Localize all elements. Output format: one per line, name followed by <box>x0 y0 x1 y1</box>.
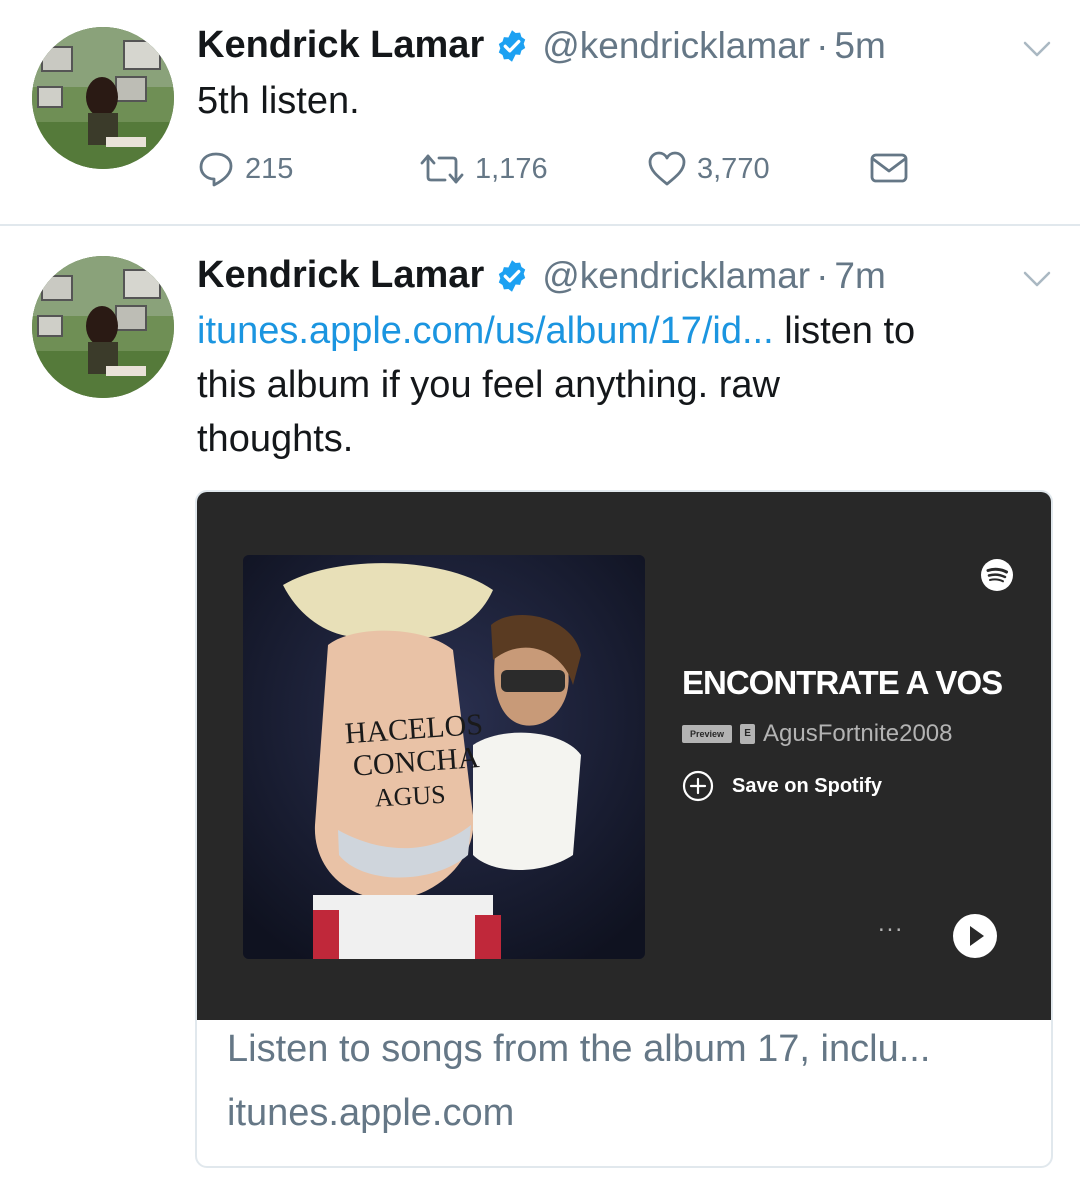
avatar-image <box>32 256 174 398</box>
spotify-player[interactable]: HACELOS CONCHA AGUS ENCONTRATE A VOS Pre… <box>197 492 1051 1020</box>
avatar[interactable] <box>32 27 174 169</box>
cover-text-3: AGUS <box>374 780 446 813</box>
track-meta: Preview E AgusFortnite2008 <box>682 720 953 748</box>
tweet-text-line3: thoughts. <box>197 418 354 460</box>
avatar[interactable] <box>32 256 174 398</box>
more-options-button[interactable]: ... <box>878 910 904 938</box>
dm-button[interactable] <box>869 150 919 186</box>
tweet-actions: 215 1,176 3,770 <box>197 150 917 206</box>
retweet-button[interactable]: 1,176 <box>419 150 548 188</box>
card-description: Listen to songs from the album 17, inclu… <box>227 1028 931 1070</box>
dm-icon <box>870 153 908 183</box>
track-title[interactable]: ENCONTRATE A VOS <box>682 664 1003 702</box>
retweet-count: 1,176 <box>475 152 548 185</box>
verified-badge-icon <box>499 259 526 292</box>
play-icon[interactable] <box>951 912 999 960</box>
chevron-down-icon[interactable] <box>1022 268 1052 290</box>
tweet-text-line1: listen to <box>773 310 916 352</box>
reply-button[interactable]: 215 <box>197 150 293 188</box>
tweet-1[interactable]: Kendrick Lamar @kendricklamar · 5m 5th l… <box>0 0 1080 226</box>
separator: · <box>816 254 829 296</box>
album-cover[interactable]: HACELOS CONCHA AGUS <box>243 555 645 959</box>
save-label: Save on Spotify <box>732 774 883 797</box>
retweet-icon <box>420 154 464 184</box>
tweet-link[interactable]: itunes.apple.com/us/album/17/id... <box>197 310 774 352</box>
timestamp[interactable]: 5m <box>834 25 885 67</box>
author-name[interactable]: Kendrick Lamar <box>197 254 484 297</box>
tweet-text: 5th listen. <box>197 80 360 122</box>
timestamp[interactable]: 7m <box>834 255 885 297</box>
separator: · <box>816 24 829 66</box>
author-handle[interactable]: @kendricklamar <box>542 25 810 67</box>
card-domain[interactable]: itunes.apple.com <box>227 1092 514 1135</box>
reply-count: 215 <box>245 152 294 185</box>
like-icon <box>648 151 686 186</box>
author-handle[interactable]: @kendricklamar <box>542 255 810 297</box>
like-button[interactable]: 3,770 <box>647 150 770 188</box>
spotify-logo-icon[interactable] <box>980 558 1014 592</box>
verified-badge-icon <box>499 29 526 62</box>
reply-icon <box>199 152 233 187</box>
link-card[interactable]: HACELOS CONCHA AGUS ENCONTRATE A VOS Pre… <box>195 490 1053 1168</box>
chevron-down-icon[interactable] <box>1022 38 1052 60</box>
tweet-text-line2: this album if you feel anything. raw <box>197 364 780 406</box>
artist-name[interactable]: AgusFortnite2008 <box>763 720 952 748</box>
avatar-image <box>32 27 174 169</box>
tweet-text: itunes.apple.com/us/album/17/id... liste… <box>197 304 1047 466</box>
save-on-spotify-button[interactable]: Save on Spotify <box>682 770 882 802</box>
album-cover-image: HACELOS CONCHA AGUS <box>243 555 645 959</box>
add-circle-icon <box>682 770 714 802</box>
explicit-badge: E <box>740 724 756 744</box>
preview-badge: Preview <box>682 725 733 743</box>
like-count: 3,770 <box>697 152 770 185</box>
author-name[interactable]: Kendrick Lamar <box>197 24 484 67</box>
